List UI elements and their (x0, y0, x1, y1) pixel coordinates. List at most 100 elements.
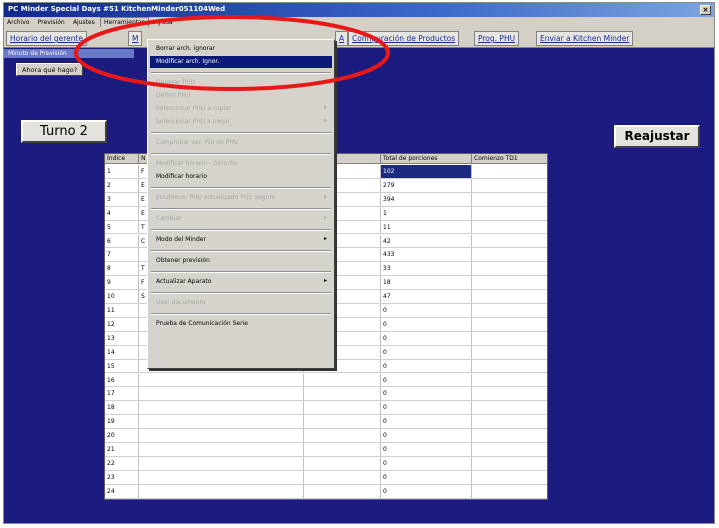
cell-index[interactable]: 13 (105, 331, 139, 345)
cell-index[interactable]: 18 (105, 401, 139, 415)
menu-herramientas[interactable]: Herramientas (100, 17, 149, 27)
table-row[interactable]: 17 0 (105, 387, 547, 402)
tab-m[interactable]: M (128, 31, 143, 46)
cell-producto[interactable] (304, 373, 381, 387)
cell-index[interactable]: 3 (105, 192, 139, 206)
cell-index[interactable]: 20 (105, 429, 139, 442)
cell-total[interactable]: 0 (381, 373, 472, 387)
cell-comienzo[interactable] (472, 457, 547, 470)
menu-item[interactable]: Actualizar Aparato ▸ (150, 276, 332, 288)
cell-comienzo[interactable] (472, 443, 547, 456)
cell-total[interactable]: 42 (381, 234, 472, 248)
menu-item[interactable]: Modificar horario (150, 171, 332, 183)
menu-item[interactable]: Borrar arch. ignorar (150, 43, 332, 55)
cell-total[interactable]: 1 (381, 206, 472, 220)
cell-index[interactable]: 8 (105, 262, 139, 276)
cell-comienzo[interactable] (472, 387, 547, 400)
turno-button[interactable]: Turno 2 (21, 120, 107, 143)
tab-prog-phu[interactable]: Prog. PHU (474, 31, 520, 46)
cell-index[interactable]: 15 (105, 359, 139, 373)
cell-comienzo[interactable] (472, 374, 547, 387)
menu-item[interactable]: Modificar arch. Ignor. (150, 56, 332, 68)
table-row[interactable]: 21 0 (105, 443, 547, 457)
cell-total[interactable]: 0 (381, 317, 472, 331)
menu-prevision[interactable]: Previsión (35, 18, 68, 27)
cell-producto[interactable] (304, 415, 381, 429)
cell-total[interactable]: 0 (381, 387, 472, 401)
cell-comienzo[interactable] (472, 360, 547, 373)
cell-comienzo[interactable] (472, 415, 547, 428)
cell-total[interactable]: 18 (381, 276, 472, 290)
cell-producto[interactable] (304, 470, 381, 484)
menu-ayuda[interactable]: Ayuda (151, 18, 176, 27)
cell-comienzo[interactable] (472, 165, 547, 178)
cell-name[interactable] (139, 387, 304, 401)
cell-index[interactable]: 19 (105, 415, 139, 429)
cell-producto[interactable] (304, 456, 381, 470)
cell-total[interactable]: 11 (381, 220, 472, 234)
cell-index[interactable]: 10 (105, 290, 139, 303)
cell-index[interactable]: 9 (105, 276, 139, 290)
cell-comienzo[interactable] (472, 471, 547, 484)
cell-index[interactable]: 12 (105, 317, 139, 331)
cell-index[interactable]: 21 (105, 443, 139, 456)
cell-index[interactable]: 24 (105, 484, 139, 498)
cell-index[interactable]: 14 (105, 345, 139, 359)
tab-a[interactable]: A (335, 31, 349, 46)
cell-comienzo[interactable] (472, 221, 547, 234)
cell-producto[interactable] (304, 429, 381, 442)
cell-total[interactable]: 0 (381, 401, 472, 415)
cell-comienzo[interactable] (472, 290, 547, 303)
cell-total[interactable]: 0 (381, 359, 472, 373)
cell-index[interactable]: 6 (105, 234, 139, 248)
cell-name[interactable] (139, 415, 304, 429)
menu-item[interactable]: Prueba de Comunicación Serie (150, 318, 332, 330)
table-row[interactable]: 19 0 (105, 415, 547, 430)
table-row[interactable]: 24 0 (105, 484, 547, 499)
cell-comienzo[interactable] (472, 485, 547, 498)
table-row[interactable]: 18 0 (105, 401, 547, 416)
cell-name[interactable] (139, 443, 304, 456)
tab-configuracion-productos[interactable]: Configuración de Productos (348, 31, 460, 46)
cell-producto[interactable] (304, 443, 381, 456)
menu-item[interactable]: Modo del Minder ▸ (150, 234, 332, 246)
cell-total[interactable]: 0 (381, 470, 472, 484)
cell-total[interactable]: 47 (381, 290, 472, 303)
cell-comienzo[interactable] (472, 429, 547, 442)
cell-comienzo[interactable] (472, 262, 547, 275)
cell-name[interactable] (139, 456, 304, 470)
cell-index[interactable]: 2 (105, 178, 139, 192)
cell-total[interactable]: 0 (381, 345, 472, 359)
table-row[interactable]: 20 0 (105, 429, 547, 443)
cell-name[interactable] (139, 429, 304, 442)
cell-name[interactable] (139, 373, 304, 387)
cell-comienzo[interactable] (472, 179, 547, 192)
cell-total[interactable]: 0 (381, 429, 472, 442)
cell-comienzo[interactable] (472, 346, 547, 359)
cell-comienzo[interactable] (472, 318, 547, 331)
cell-total[interactable]: 0 (381, 415, 472, 429)
menu-archivo[interactable]: Archivo (4, 18, 32, 27)
cell-index[interactable]: 7 (105, 248, 139, 262)
cell-name[interactable] (139, 401, 304, 415)
cell-index[interactable]: 4 (105, 206, 139, 220)
table-row[interactable]: 22 0 (105, 456, 547, 471)
cell-comienzo[interactable] (472, 248, 547, 261)
cell-comienzo[interactable] (472, 332, 547, 345)
cell-name[interactable] (139, 470, 304, 484)
cell-comienzo[interactable] (472, 235, 547, 248)
cell-comienzo[interactable] (472, 401, 547, 414)
cell-total[interactable]: 0 (381, 456, 472, 470)
cell-comienzo[interactable] (472, 304, 547, 317)
table-row[interactable]: 23 0 (105, 470, 547, 485)
cell-total[interactable]: 0 (381, 443, 472, 456)
table-row[interactable]: 16 0 (105, 373, 547, 388)
menu-ajustes[interactable]: Ajustes (70, 18, 98, 27)
cell-index[interactable]: 22 (105, 456, 139, 470)
menu-item[interactable]: Obtener previsión (150, 255, 332, 267)
cell-producto[interactable] (304, 387, 381, 401)
cell-total[interactable]: 433 (381, 248, 472, 262)
reajustar-button[interactable]: Reajustar (614, 125, 700, 148)
cell-comienzo[interactable] (472, 207, 547, 220)
cell-comienzo[interactable] (472, 193, 547, 206)
